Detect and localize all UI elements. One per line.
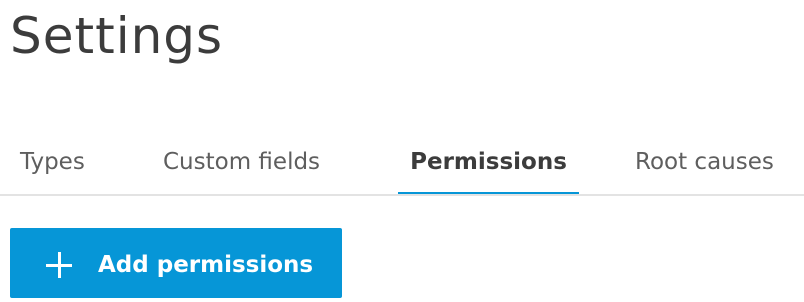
tab-custom-fields[interactable]: Custom fields xyxy=(163,140,320,196)
add-permissions-button[interactable]: Add permissions xyxy=(10,228,342,298)
tab-permissions-label: Permissions xyxy=(410,149,567,175)
page-title: Settings xyxy=(10,7,224,65)
tab-root-causes[interactable]: Root causes xyxy=(635,140,774,196)
tab-permissions[interactable]: Permissions xyxy=(398,140,579,196)
tab-bar: Types Custom fields Permissions Root cau… xyxy=(0,140,804,196)
add-permissions-label: Add permissions xyxy=(98,252,314,278)
plus-icon xyxy=(46,252,72,278)
tab-types[interactable]: Types xyxy=(20,140,85,196)
tab-divider xyxy=(0,194,804,196)
